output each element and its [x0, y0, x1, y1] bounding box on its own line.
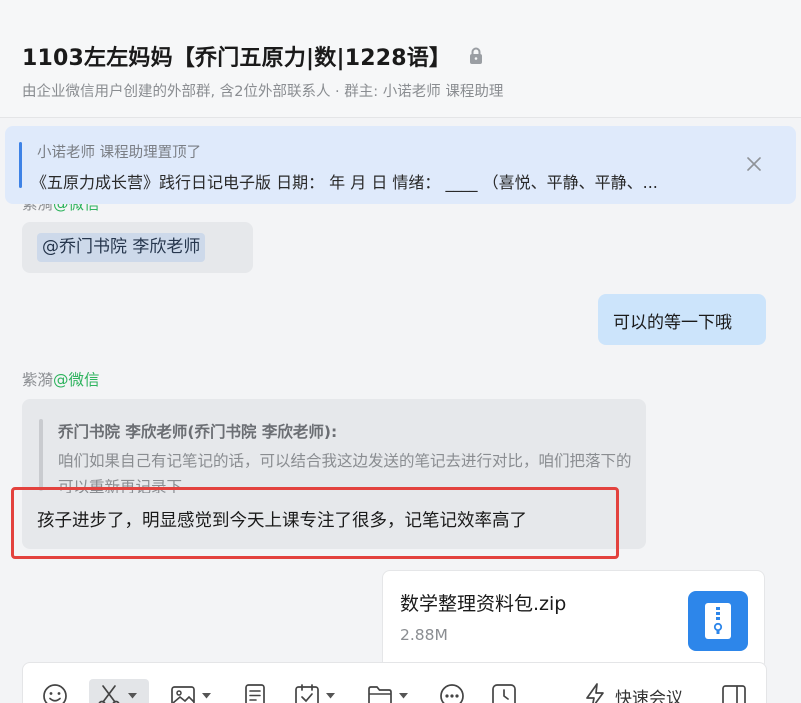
lock-icon — [469, 47, 483, 65]
caret-down-icon — [326, 693, 335, 699]
group-title-text: 1103左左妈妈【乔门五原力|数|1228语】 — [22, 46, 452, 71]
quote-bar — [39, 419, 43, 491]
image-icon — [171, 686, 195, 703]
chat-message-list[interactable]: 紫漪@微信 @乔门书院 李欣老师 可以的等一下哦 紫漪@微信 乔门书院 李欣老师… — [0, 204, 801, 664]
message-bubble[interactable]: @乔门书院 李欣老师 — [22, 222, 253, 273]
quote-text: 咱们如果自己有记笔记的话，可以结合我这边发送的笔记去进行对比，咱们把落下的可以重… — [58, 452, 632, 493]
file-size: 2.88M — [400, 626, 448, 644]
chat-header: 1103左左妈妈【乔门五原力|数|1228语】 由企业微信用户创建的外部群, 含… — [0, 0, 801, 118]
scissors-icon — [98, 685, 120, 703]
pinned-accent-bar — [19, 142, 22, 188]
lightning-icon — [586, 683, 604, 703]
caret-down-icon — [399, 693, 408, 699]
pinned-message-text: 《五原力成长营》践行日记电子版 日期： 年 月 日 情绪： ____ （喜悦、平… — [31, 173, 658, 192]
close-icon — [747, 157, 761, 171]
caret-down-icon — [128, 693, 137, 699]
quick-meeting-label: 快速会议 — [615, 688, 683, 703]
pinned-message-banner[interactable]: 小诺老师 课程助理置顶了 《五原力成长营》践行日记电子版 日期： 年 月 日 情… — [5, 126, 796, 204]
group-title[interactable]: 1103左左妈妈【乔门五原力|数|1228语】 — [22, 40, 483, 72]
emoji-button[interactable] — [41, 679, 69, 703]
image-button[interactable] — [169, 679, 211, 703]
caret-down-icon — [202, 693, 211, 699]
sender-source: @微信 — [53, 204, 100, 213]
sender-name: 紫漪 — [22, 204, 54, 213]
screenshot-button[interactable] — [89, 679, 149, 703]
mention-chip[interactable]: @乔门书院 李欣老师 — [37, 233, 206, 262]
message-bubble-with-quote[interactable]: 乔门书院 李欣老师(乔门书院 李欣老师): 咱们如果自己有记笔记的话，可以结合我… — [22, 399, 646, 549]
sender-name: 紫漪 — [22, 371, 54, 389]
reply-text: 孩子进步了，明显感觉到今天上课专注了很多，记笔记效率高了 — [37, 511, 527, 531]
message-sender: 紫漪@微信 — [22, 368, 100, 390]
folder-button[interactable] — [366, 679, 408, 703]
group-subtitle: 由企业微信用户创建的外部群, 含2位外部联系人 · 群主: 小诺老师 课程助理 — [22, 84, 504, 100]
document-icon — [245, 684, 265, 703]
quick-meeting-button[interactable]: 快速会议 — [583, 679, 683, 703]
message-bubble-self[interactable]: 可以的等一下哦 — [598, 294, 766, 345]
schedule-button[interactable] — [293, 679, 335, 703]
close-pinned-button[interactable] — [745, 155, 763, 173]
file-attachment-card[interactable]: 数学整理资料包.zip 2.88M — [382, 570, 765, 664]
zip-file-icon — [688, 591, 748, 651]
calendar-check-icon — [295, 684, 319, 703]
document-button[interactable] — [241, 679, 269, 703]
pinned-by-label: 小诺老师 课程助理置顶了 — [37, 145, 202, 161]
more-button[interactable] — [438, 679, 466, 703]
folder-icon — [368, 686, 392, 703]
emoji-icon — [43, 684, 67, 703]
file-name: 数学整理资料包.zip — [400, 593, 567, 615]
clock-icon — [492, 684, 516, 703]
history-button[interactable] — [490, 679, 518, 703]
sender-source: @微信 — [53, 371, 100, 389]
message-sender: 紫漪@微信 — [22, 204, 100, 214]
sidebar-panel-icon — [722, 685, 746, 703]
side-panel-button[interactable] — [720, 679, 748, 703]
input-toolbar: 快速会议 — [22, 662, 767, 703]
more-dots-icon — [440, 684, 464, 703]
quote-author: 乔门书院 李欣老师(乔门书院 李欣老师): — [58, 423, 338, 441]
message-text: 可以的等一下哦 — [613, 313, 732, 333]
